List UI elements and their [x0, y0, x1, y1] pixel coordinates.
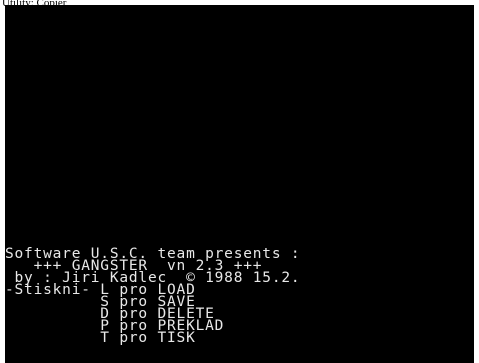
menu-option-tisk[interactable]: T pro TISK [5, 331, 196, 346]
screen-text: Software U.S.C. team presents : +++ GANG… [5, 5, 474, 346]
page: Utility: Copier Software U.S.C. team pre… [0, 0, 479, 363]
emulator-screen: Software U.S.C. team presents : +++ GANG… [5, 5, 474, 363]
